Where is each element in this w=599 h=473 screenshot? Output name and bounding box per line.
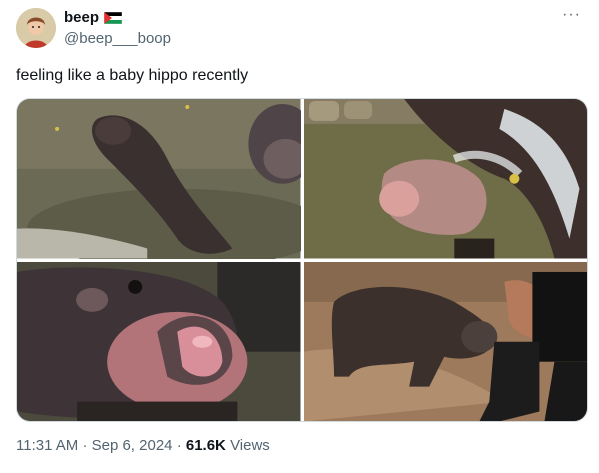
- media-photo-4[interactable]: [303, 261, 587, 421]
- hippo-open-mouth-photo: [17, 261, 301, 421]
- media-photo-1[interactable]: [17, 99, 301, 259]
- hippo-crawling-photo: [17, 99, 301, 259]
- meta-separator-2: ·: [176, 437, 182, 454]
- hippo-water-spray-photo: [303, 99, 587, 259]
- hippo-with-boot-photo: [303, 261, 587, 421]
- author-handle[interactable]: @beep___boop: [64, 30, 171, 48]
- palestine-flag-icon: [104, 12, 123, 24]
- media-grid: [16, 98, 588, 422]
- views-label: Views: [230, 437, 270, 454]
- tweet-date[interactable]: Sep 6, 2024: [92, 437, 173, 454]
- tweet-time[interactable]: 11:31 AM: [16, 437, 78, 454]
- tweet-meta: 11:31 AM · Sep 6, 2024 · 61.6K Views: [16, 437, 270, 455]
- avatar[interactable]: [16, 8, 56, 48]
- meta-separator: ·: [82, 437, 88, 454]
- tweet-text: feeling like a baby hippo recently: [16, 67, 249, 84]
- author-name-row[interactable]: beep: [64, 9, 123, 27]
- views-count: 61.6K: [185, 437, 226, 454]
- display-name[interactable]: beep: [64, 9, 99, 27]
- media-photo-3[interactable]: [17, 261, 301, 421]
- media-photo-2[interactable]: [303, 99, 587, 259]
- more-options-icon[interactable]: ···: [562, 7, 581, 23]
